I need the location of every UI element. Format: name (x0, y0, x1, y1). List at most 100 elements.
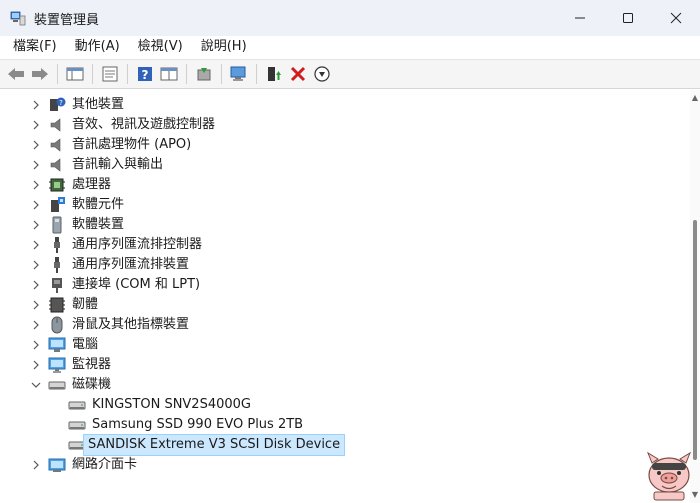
speaker-icon (48, 156, 66, 174)
toolbar-separator (127, 64, 128, 84)
chevron-right-icon[interactable] (30, 195, 42, 215)
chevron-right-icon[interactable] (30, 295, 42, 315)
tree-category[interactable]: 音訊輸入與輸出 (0, 155, 660, 175)
tree-category[interactable]: ? 其他裝置 (0, 95, 660, 115)
back-icon (8, 68, 24, 80)
tree-item-label: 音訊處理物件 (APO) (72, 137, 192, 152)
help-button[interactable]: ? (134, 63, 156, 85)
device-tree: ? 其他裝置 音效、視訊及遊戲控制器音訊處理物件 (APO) 音訊輸入與輸出處理器軟體… (0, 90, 690, 503)
update-driver-icon (197, 68, 211, 81)
chevron-down-icon[interactable] (30, 375, 42, 395)
help-icon: ? (138, 67, 152, 82)
tree-item-label: 軟體裝置 (72, 217, 125, 232)
tree-category[interactable]: 音訊處理物件 (APO) (0, 135, 660, 155)
scan-hardware-icon (230, 66, 246, 81)
chevron-right-icon[interactable] (30, 155, 42, 175)
chevron-right-icon[interactable] (30, 335, 42, 355)
tree-item-label: 電腦 (72, 337, 99, 352)
chevron-right-icon[interactable] (30, 175, 42, 195)
usb-icon (48, 236, 66, 254)
monitor-icon (48, 356, 66, 374)
tree-category[interactable]: 連接埠 (COM 和 LPT) (0, 275, 660, 295)
tree-category[interactable]: 處理器 (0, 175, 660, 195)
tree-item-label: Samsung SSD 990 EVO Plus 2TB (92, 417, 304, 432)
enable-device-button[interactable] (263, 63, 285, 85)
show-hide-tree-icon (66, 67, 84, 81)
disable-button[interactable] (311, 63, 333, 85)
close-button[interactable] (652, 0, 700, 36)
tree-category[interactable]: 網路介面卡 (0, 455, 660, 475)
menu-file[interactable]: 檔案(F) (4, 36, 66, 58)
forward-button[interactable] (29, 63, 51, 85)
chevron-right-icon[interactable] (30, 115, 42, 135)
tree-item-label: 通用序列匯流排裝置 (72, 257, 190, 272)
port-icon (48, 276, 66, 294)
tree-category[interactable]: 音效、視訊及遊戲控制器 (0, 115, 660, 135)
chevron-right-icon[interactable] (30, 95, 42, 115)
tree-item-label: 軟體元件 (72, 197, 125, 212)
tree-category[interactable]: 通用序列匯流排裝置 (0, 255, 660, 275)
minimize-button[interactable] (556, 0, 604, 36)
tree-category[interactable]: 軟體元件 (0, 195, 660, 215)
tree-category[interactable]: 滑鼠及其他指標裝置 (0, 315, 660, 335)
window-title: 裝置管理員 (34, 12, 100, 28)
toolbar-separator (57, 64, 58, 84)
network-adapter-icon (48, 456, 66, 474)
toolbar-separator (186, 64, 187, 84)
vertical-scrollbar[interactable]: ▲ ▼ (690, 90, 700, 503)
tree-item-label: 韌體 (72, 297, 99, 312)
minimize-icon (575, 17, 585, 19)
firmware-icon (48, 296, 66, 314)
tree-category[interactable]: 監視器 (0, 355, 660, 375)
view-button[interactable] (158, 63, 180, 85)
chevron-right-icon[interactable] (30, 215, 42, 235)
maximize-button[interactable] (604, 0, 652, 36)
menu-action[interactable]: 動作(A) (66, 36, 129, 58)
disk-icon (68, 396, 86, 414)
tree-category[interactable]: 通用序列匯流排控制器 (0, 235, 660, 255)
disable-icon (314, 66, 330, 82)
disk-drive-icon (48, 376, 66, 394)
chevron-right-icon[interactable] (30, 135, 42, 155)
menu-view[interactable]: 檢視(V) (129, 36, 192, 58)
menu-bar: 檔案(F) 動作(A) 檢視(V) 說明(H) (0, 36, 700, 58)
properties-icon (102, 66, 118, 82)
tree-item-label: 滑鼠及其他指標裝置 (72, 317, 190, 332)
tree-item-label: 音訊輸入與輸出 (72, 157, 164, 172)
chevron-right-icon[interactable] (30, 355, 42, 375)
tree-item-label: 磁碟機 (72, 377, 112, 392)
tree-category[interactable]: 韌體 (0, 295, 660, 315)
tree-item-label: 通用序列匯流排控制器 (72, 237, 203, 252)
uninstall-button[interactable] (287, 63, 309, 85)
software-device-icon (48, 216, 66, 234)
tree-device[interactable]: KINGSTON SNV2S4000G (0, 395, 660, 415)
usb-icon (48, 256, 66, 274)
tree-device[interactable]: SANDISK Extreme V3 SCSI Disk Device (0, 434, 660, 456)
show-hide-tree-button[interactable] (64, 63, 86, 85)
chevron-right-icon[interactable] (30, 315, 42, 335)
chevron-right-icon[interactable] (30, 235, 42, 255)
scan-hardware-button[interactable] (228, 63, 250, 85)
chevron-right-icon[interactable] (30, 275, 42, 295)
tree-item-label: KINGSTON SNV2S4000G (92, 397, 251, 412)
properties-button[interactable] (99, 63, 121, 85)
toolbar: ? (0, 59, 700, 89)
scroll-up-icon[interactable]: ▲ (691, 94, 699, 102)
tree-category[interactable]: 軟體裝置 (0, 215, 660, 235)
tree-device[interactable]: Samsung SSD 990 EVO Plus 2TB (0, 415, 660, 435)
tree-category[interactable]: 磁碟機 (0, 375, 660, 395)
uninstall-icon (290, 66, 306, 82)
menu-help[interactable]: 說明(H) (192, 36, 256, 58)
chevron-right-icon[interactable] (30, 255, 42, 275)
view-icon (160, 67, 178, 81)
disk-icon (68, 416, 86, 434)
update-driver-button[interactable] (193, 63, 215, 85)
tree-category[interactable]: 電腦 (0, 335, 660, 355)
scrollbar-thumb[interactable] (693, 220, 697, 460)
toolbar-separator (92, 64, 93, 84)
tree-item-label: 連接埠 (COM 和 LPT) (72, 277, 201, 292)
enable-device-icon (268, 67, 281, 81)
back-button[interactable] (5, 63, 27, 85)
device-manager-icon (10, 10, 26, 26)
chevron-right-icon[interactable] (30, 455, 42, 475)
